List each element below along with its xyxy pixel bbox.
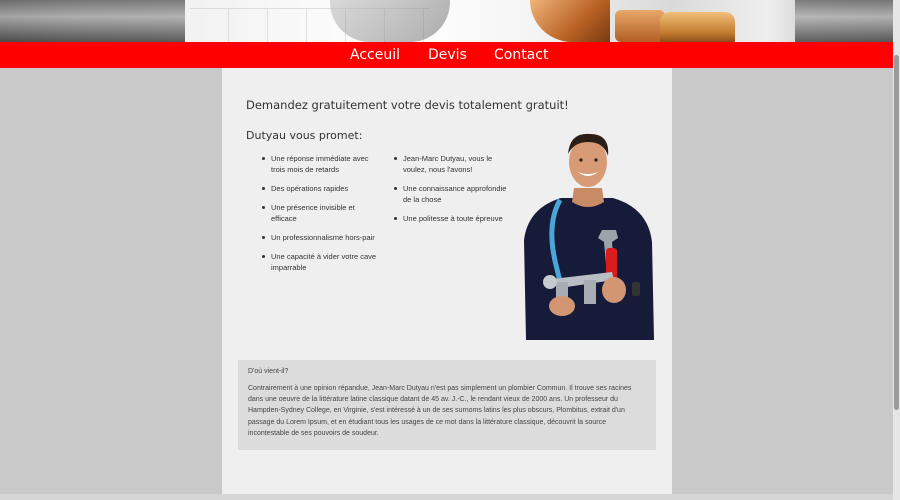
- scrollbar-thumb[interactable]: [894, 55, 899, 410]
- nav-contact[interactable]: Contact: [494, 47, 548, 63]
- list-item: Une présence invisible et efficace: [260, 202, 378, 224]
- list-item: Une réponse immédiate avec trois mois de…: [260, 153, 378, 175]
- wrench-image: [0, 0, 185, 42]
- info-title: D'où vient-il?: [248, 368, 289, 375]
- main-content: Demandez gratuitement votre devis totale…: [222, 68, 672, 494]
- nav-acceuil[interactable]: Acceuil: [350, 47, 400, 63]
- copper-fitting-image: [615, 10, 665, 42]
- copper-pipe-image: [660, 12, 735, 42]
- list-item: Des opérations rapides: [260, 183, 378, 194]
- list-item: Une capacité à vider votre cave imparrab…: [260, 251, 378, 273]
- scrollbar[interactable]: [893, 0, 900, 500]
- promise-title: Dutyau vous promet:: [246, 129, 363, 142]
- wrench-image-right: [795, 0, 893, 42]
- list-item: Jean-Marc Dutyau, vous le voulez, nous l…: [392, 153, 510, 175]
- header-banner-image: [0, 0, 893, 42]
- list-item: Une politesse à toute épreuve: [392, 213, 510, 224]
- promise-list-left: Une réponse immédiate avec trois mois de…: [260, 153, 378, 281]
- main-nav: Acceuil Devis Contact: [0, 42, 893, 68]
- info-text: Contrairement à une opinion répandue, Je…: [248, 385, 632, 437]
- plumber-photo: [524, 133, 654, 340]
- list-item: Un professionnalisme hors-pair: [260, 232, 378, 243]
- page-headline: Demandez gratuitement votre devis totale…: [246, 98, 569, 112]
- info-box: D'où vient-il? Contrairement à une opini…: [238, 360, 656, 450]
- list-item: Une connaissance approfondie de la chose: [392, 183, 510, 205]
- pliers-image: [330, 0, 450, 42]
- page-bottom-strip: [0, 494, 893, 500]
- nav-devis[interactable]: Devis: [428, 47, 467, 63]
- promise-list-right: Jean-Marc Dutyau, vous le voulez, nous l…: [392, 153, 510, 232]
- copper-elbow-image: [530, 0, 610, 42]
